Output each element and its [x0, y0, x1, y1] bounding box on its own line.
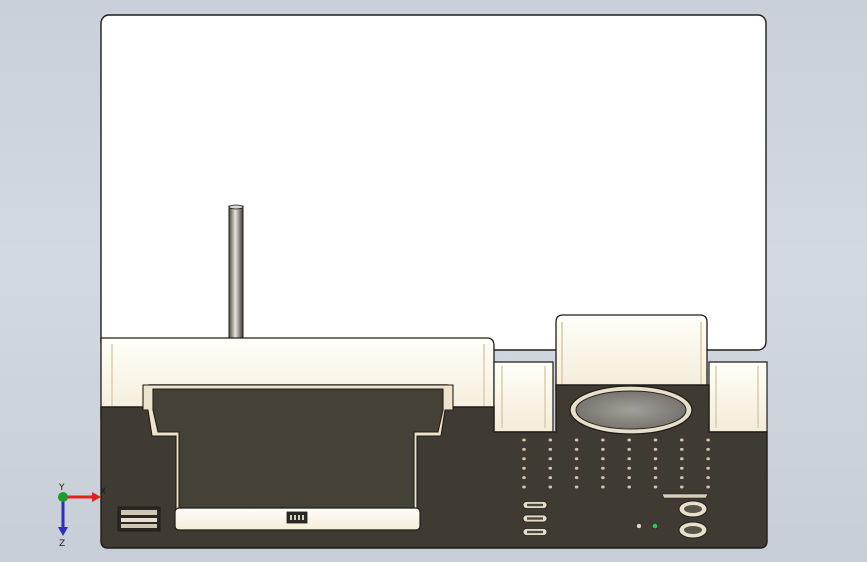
keypad-dot[interactable]: [574, 485, 579, 489]
keypad-dot[interactable]: [627, 438, 631, 442]
side-button-inset: [527, 517, 543, 520]
keypad-dot[interactable]: [574, 438, 579, 442]
triad-x-label: X: [100, 487, 106, 497]
keypad-dot[interactable]: [653, 485, 658, 489]
keypad-dot[interactable]: [653, 447, 658, 451]
keypad-dot[interactable]: [522, 438, 526, 442]
keypad-dot[interactable]: [601, 438, 605, 442]
keypad-dot[interactable]: [653, 466, 658, 470]
handset-tray: [152, 388, 444, 511]
keypad-dot[interactable]: [706, 466, 710, 470]
keypad-dot[interactable]: [653, 438, 658, 442]
coordinate-triad: Y X Z: [58, 483, 106, 549]
back-plate: [100, 14, 767, 351]
keypad-dot[interactable]: [548, 438, 553, 442]
keypad-dot[interactable]: [601, 476, 605, 480]
triad-origin: [58, 492, 68, 502]
keypad-dot[interactable]: [706, 457, 710, 461]
keypad-dot[interactable]: [627, 457, 631, 461]
keypad-dot[interactable]: [680, 466, 684, 470]
keypad-dot[interactable]: [627, 447, 631, 451]
keypad-dot[interactable]: [548, 485, 553, 489]
keypad-dot[interactable]: [680, 476, 684, 480]
keypad-dot[interactable]: [601, 485, 605, 489]
status-led-green: [651, 522, 659, 530]
keypad-dot[interactable]: [574, 466, 579, 470]
keypad-dot[interactable]: [706, 447, 710, 451]
status-led-off: [636, 523, 642, 529]
side-button-inset: [527, 503, 543, 507]
side-button-group: [522, 501, 548, 536]
keypad-dot[interactable]: [548, 476, 553, 480]
keypad-dot[interactable]: [680, 438, 684, 442]
model-canvas[interactable]: Y X Z: [0, 0, 867, 562]
keypad-dot[interactable]: [627, 476, 631, 480]
keypad-dot[interactable]: [574, 447, 579, 451]
keypad-dot[interactable]: [548, 466, 553, 470]
keypad-dot[interactable]: [706, 476, 710, 480]
keypad-dot[interactable]: [522, 476, 526, 480]
keypad-dot[interactable]: [522, 447, 526, 451]
cad-viewport[interactable]: Y X Z: [0, 0, 867, 562]
triad-z-arrow-icon: [58, 527, 68, 536]
keypad-dot[interactable]: [574, 476, 579, 480]
keypad-dot[interactable]: [522, 485, 526, 489]
connector-block: [117, 506, 161, 532]
antenna: [228, 204, 244, 339]
keypad-dot[interactable]: [601, 447, 605, 451]
round-button-1[interactable]: [678, 500, 708, 518]
keypad-dot[interactable]: [706, 438, 710, 442]
keypad-dot[interactable]: [653, 476, 658, 480]
triad-z-label: Z: [59, 539, 65, 549]
keypad-dot[interactable]: [680, 485, 684, 489]
keypad-dot[interactable]: [522, 466, 526, 470]
keypad-dot[interactable]: [627, 485, 631, 489]
cradle-center: [555, 314, 708, 391]
keypad-dot[interactable]: [680, 457, 684, 461]
keypad-dot[interactable]: [627, 466, 631, 470]
cradle-left-ear: [493, 361, 554, 433]
keypad-dot[interactable]: [601, 466, 605, 470]
keypad-dot[interactable]: [706, 485, 710, 489]
triad-y-label: Y: [58, 483, 65, 493]
round-button-2[interactable]: [678, 521, 708, 539]
keypad-dot[interactable]: [548, 447, 553, 451]
keypad-dot[interactable]: [601, 457, 605, 461]
keypad-dot[interactable]: [653, 457, 658, 461]
keypad-dot[interactable]: [574, 457, 579, 461]
keypad-dot[interactable]: [522, 457, 526, 461]
keypad-dot[interactable]: [548, 457, 553, 461]
emboss-mark: [661, 493, 709, 499]
side-button-inset: [527, 530, 543, 534]
keypad-dot[interactable]: [680, 447, 684, 451]
